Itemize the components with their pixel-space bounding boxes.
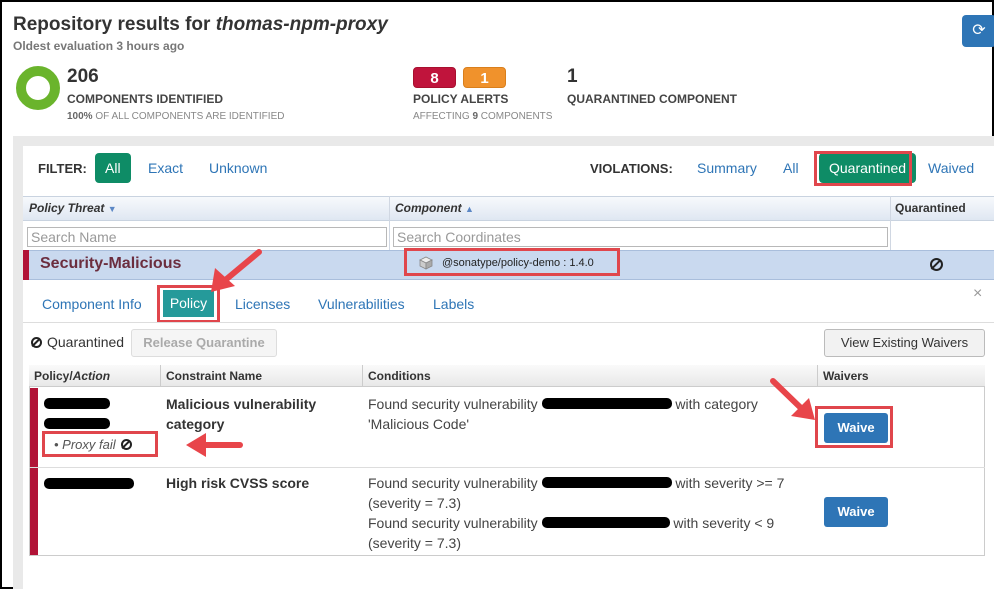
- col-component[interactable]: Component ▲: [395, 201, 474, 215]
- row-divider: [29, 467, 985, 468]
- waive-button[interactable]: Waive: [824, 497, 888, 527]
- col-conditions: Conditions: [368, 369, 431, 383]
- redacted-policy-name: [44, 478, 134, 489]
- components-sub: 100% OF ALL COMPONENTS ARE IDENTIFIED: [67, 111, 285, 122]
- redacted-policy-name: [44, 398, 110, 409]
- highlight-quarantined-filter: [814, 151, 912, 186]
- col-policy-action: Policy/Action: [34, 369, 111, 383]
- column-divider: [160, 365, 161, 387]
- components-count: 206: [67, 66, 99, 87]
- filter-unknown[interactable]: Unknown: [199, 153, 277, 183]
- column-divider: [362, 365, 363, 387]
- search-coordinates-input[interactable]: Search Coordinates: [393, 227, 888, 247]
- violations-summary[interactable]: Summary: [687, 153, 767, 183]
- highlight-waive: [815, 406, 893, 448]
- severity-stripe: [30, 388, 38, 467]
- sort-asc-icon: ▲: [465, 204, 474, 214]
- search-name-input[interactable]: Search Name: [27, 227, 387, 247]
- condition-text: Found security vulnerability with catego…: [368, 396, 758, 432]
- severe-alerts-badge[interactable]: 1: [463, 67, 506, 88]
- filter-label: FILTER:: [38, 161, 87, 176]
- filter-all[interactable]: All: [95, 153, 131, 183]
- annotation-arrow-icon: [770, 378, 815, 420]
- severity-stripe: [30, 468, 38, 555]
- redacted-vulnerability-id: [541, 517, 670, 528]
- view-existing-waivers-button[interactable]: View Existing Waivers: [824, 329, 985, 357]
- annotation-arrow-icon: [186, 433, 243, 457]
- quarantined-label: QUARANTINED COMPONENT: [567, 92, 737, 106]
- quarantine-status: Quarantined: [31, 334, 124, 350]
- redacted-policy-name: [44, 418, 110, 429]
- severity-stripe: [23, 250, 29, 280]
- annotation-arrow-icon: [211, 249, 262, 292]
- condition-text: Found security vulnerability with severi…: [368, 475, 785, 511]
- tab-labels[interactable]: Labels: [433, 296, 474, 312]
- critical-alerts-badge[interactable]: 8: [413, 67, 456, 88]
- refresh-icon: ⟳: [972, 22, 986, 39]
- quarantined-icon: [31, 337, 42, 348]
- components-donut-chart: [16, 66, 60, 110]
- tab-divider: [23, 322, 994, 323]
- tab-vulnerabilities[interactable]: Vulnerabilities: [318, 296, 405, 312]
- page-title: Repository results for thomas-npm-proxy: [13, 14, 388, 35]
- col-waivers: Waivers: [823, 369, 869, 383]
- redacted-vulnerability-id: [541, 477, 672, 488]
- components-label: COMPONENTS IDENTIFIED: [67, 92, 224, 106]
- policy-alerts-label: POLICY ALERTS: [413, 92, 509, 106]
- col-constraint-name: Constraint Name: [166, 369, 263, 383]
- sort-desc-icon: ▼: [107, 204, 117, 214]
- filter-exact[interactable]: Exact: [138, 153, 193, 183]
- refresh-button[interactable]: ⟳: [962, 15, 994, 47]
- violations-label: VIOLATIONS:: [590, 161, 673, 176]
- col-policy-threat[interactable]: Policy Threat ▼: [29, 201, 117, 215]
- policy-alerts-sub: AFFECTING 9 COMPONENTS: [413, 111, 553, 122]
- constraint-name: High risk CVSS score: [166, 475, 310, 491]
- table-header: [23, 196, 994, 221]
- col-quarantined[interactable]: Quarantined: [895, 201, 966, 215]
- tab-licenses[interactable]: Licenses: [235, 296, 290, 312]
- violations-waived[interactable]: Waived: [918, 153, 984, 183]
- evaluation-subtitle: Oldest evaluation 3 hours ago: [13, 39, 185, 53]
- policy-threat-name: Security-Malicious: [40, 255, 182, 272]
- condition-text: Found security vulnerability with severi…: [368, 515, 775, 551]
- violations-all[interactable]: All: [773, 153, 809, 183]
- highlight-proxy-fail: [42, 431, 158, 457]
- release-quarantine-button[interactable]: Release Quarantine: [131, 329, 277, 357]
- quarantined-count: 1: [567, 66, 578, 87]
- close-icon[interactable]: ×: [973, 285, 982, 303]
- tab-component-info[interactable]: Component Info: [42, 296, 142, 312]
- quarantined-icon: [930, 258, 943, 271]
- highlight-component: [404, 248, 620, 276]
- redacted-vulnerability-id: [541, 398, 672, 409]
